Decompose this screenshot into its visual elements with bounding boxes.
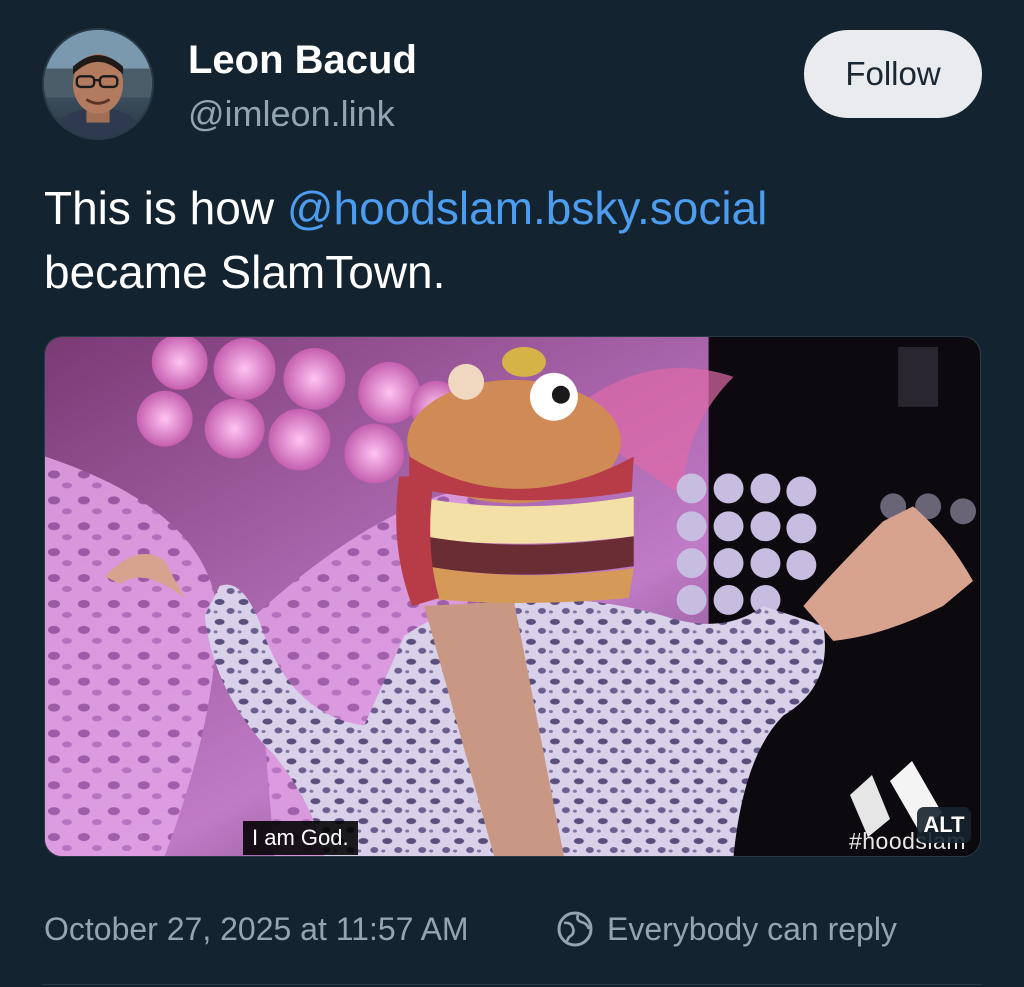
post-text-suffix: became SlamTown.: [44, 246, 446, 298]
video-caption: I am God.: [243, 821, 358, 855]
video-media[interactable]: I am God. #hoodslam ALT: [44, 336, 981, 857]
author-names: Leon Bacud @imleon.link: [188, 36, 417, 136]
post-text: This is how @hoodslam.bsky.social became…: [44, 176, 984, 304]
avatar[interactable]: [42, 28, 154, 140]
author-display-name[interactable]: Leon Bacud: [188, 36, 417, 84]
globe-icon: [557, 911, 593, 947]
alt-text-badge[interactable]: ALT: [917, 807, 971, 843]
follow-button[interactable]: Follow: [804, 30, 982, 118]
post-timestamp[interactable]: October 27, 2025 at 11:57 AM: [44, 906, 469, 952]
avatar-image: [44, 30, 152, 138]
reply-setting-label[interactable]: Everybody can reply: [607, 906, 897, 952]
video-frame: [45, 337, 980, 856]
post-header: Leon Bacud @imleon.link Follow: [42, 28, 982, 143]
post-text-prefix: This is how: [44, 182, 287, 234]
post-meta: October 27, 2025 at 11:57 AM Everybody c…: [44, 906, 984, 952]
mention-link[interactable]: @hoodslam.bsky.social: [287, 182, 767, 234]
author-handle[interactable]: @imleon.link: [188, 92, 417, 136]
divider: [42, 984, 982, 985]
